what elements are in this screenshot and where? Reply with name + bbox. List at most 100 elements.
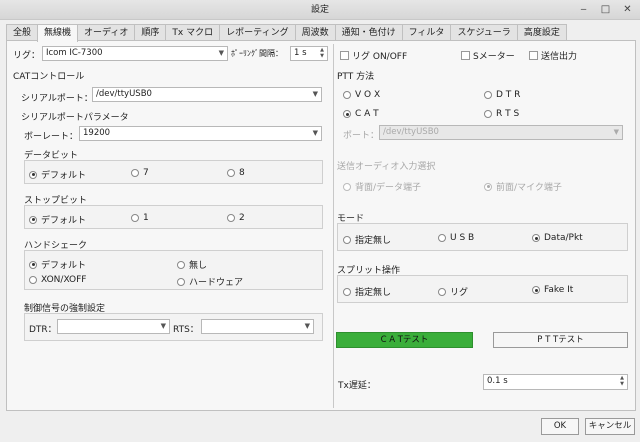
spin-arrows-icon[interactable]: ▲ ▼: [318, 47, 326, 60]
radio-icon: [131, 214, 139, 222]
radio-icon: [532, 234, 540, 242]
radio-icon: [343, 235, 351, 244]
radio-label: 無し: [189, 261, 208, 271]
cat-test-button[interactable]: C A Tテスト: [336, 332, 473, 348]
ptt-cat-radio[interactable]: C A T: [343, 109, 379, 119]
audio-input-title: 送信オーディオ入力選択: [337, 162, 436, 172]
ok-button[interactable]: OK: [541, 418, 579, 435]
data-bits-7-radio[interactable]: 7: [131, 168, 149, 178]
tab-reporting[interactable]: レポーティング: [219, 24, 296, 41]
tx-delay-value: 0.1 s: [487, 376, 508, 386]
tab-filters[interactable]: フィルタ: [401, 24, 452, 41]
ptt-vox-radio[interactable]: V O X: [343, 90, 380, 100]
radio-icon: [131, 169, 139, 177]
checkbox-icon: [529, 51, 538, 60]
tab-general[interactable]: 全般: [6, 24, 39, 41]
handshake-xonxoff-radio[interactable]: XON/XOFF: [29, 275, 86, 285]
spin-arrows-icon[interactable]: ▲ ▼: [618, 375, 626, 388]
radio-icon: [532, 286, 540, 294]
radio-label: 1: [143, 213, 149, 223]
title-bar: 設定 ‒ □ ✕: [0, 0, 640, 20]
radio-label: U S B: [450, 233, 475, 243]
split-group: 指定無し リグ Fake It: [337, 275, 628, 303]
split-fakeit-radio[interactable]: Fake It: [532, 285, 573, 295]
tab-scheduler[interactable]: スケジューラ: [450, 24, 518, 41]
radio-label: 指定無し: [355, 288, 392, 298]
data-bits-8-radio[interactable]: 8: [227, 168, 245, 178]
radio-icon: [177, 260, 185, 269]
s-meter-checkbox[interactable]: Sメーター: [461, 49, 515, 62]
chevron-down-icon: ▼: [304, 322, 310, 330]
radio-label: リグ: [450, 288, 469, 298]
radio-icon: [484, 91, 492, 99]
stop-bits-default-radio[interactable]: デフォルト: [29, 213, 86, 226]
mode-usb-radio[interactable]: U S B: [438, 233, 474, 243]
radio-label: デフォルト: [41, 216, 87, 226]
checkbox-icon: [340, 51, 349, 60]
handshake-hardware-radio[interactable]: ハードウェア: [177, 275, 243, 288]
chevron-down-icon: ▼: [160, 322, 166, 330]
mode-none-radio[interactable]: 指定無し: [343, 233, 391, 246]
maximize-icon[interactable]: □: [599, 3, 612, 16]
radio-label: 8: [239, 168, 245, 178]
tab-colors[interactable]: 通知・色付け: [334, 24, 403, 41]
rig-select[interactable]: Icom IC-7300 ▼: [42, 46, 228, 61]
ptt-rts-radio[interactable]: R T S: [484, 109, 519, 119]
handshake-default-radio[interactable]: デフォルト: [29, 258, 86, 271]
tab-radio[interactable]: 無線機: [37, 24, 79, 42]
ptt-port-label: ポート：: [343, 131, 380, 141]
radio-label: 2: [239, 213, 245, 223]
tab-audio[interactable]: オーディオ: [77, 24, 136, 41]
tab-tx-macros[interactable]: Tx マクロ: [165, 24, 221, 41]
dtr-select[interactable]: ▼: [57, 319, 170, 334]
polling-interval-spinbox[interactable]: 1 s ▲ ▼: [290, 46, 328, 61]
radio-icon: [29, 276, 37, 284]
ptt-port-combo[interactable]: /dev/ttyUSB0 ▼: [379, 125, 623, 140]
split-none-radio[interactable]: 指定無し: [343, 285, 391, 298]
data-bits-group: デフォルト 7 8: [24, 160, 323, 184]
audio-front-radio[interactable]: 前面/マイク端子: [484, 180, 562, 193]
tab-frequencies[interactable]: 周波数: [294, 24, 336, 41]
tab-sequence[interactable]: 順序: [134, 24, 167, 41]
chevron-down-icon[interactable]: ▼: [313, 88, 318, 101]
serial-port-label: シリアルポート：: [21, 94, 93, 104]
rts-select[interactable]: ▼: [201, 319, 314, 334]
checkbox-icon: [461, 51, 470, 60]
radio-icon: [343, 182, 351, 191]
rig-onoff-checkbox[interactable]: リグ ON/OFF: [340, 49, 407, 62]
s-meter-label: Sメーター: [473, 52, 515, 62]
handshake-none-radio[interactable]: 無し: [177, 258, 207, 271]
ptt-dtr-radio[interactable]: D T R: [484, 90, 520, 100]
baud-rate-select[interactable]: 19200 ▼: [79, 126, 322, 141]
radio-icon: [29, 215, 37, 224]
ptt-port-value: /dev/ttyUSB0: [383, 127, 439, 137]
rts-label: RTS：: [173, 325, 199, 335]
radio-label: 背面/データ端子: [355, 183, 422, 193]
serial-port-combo[interactable]: /dev/ttyUSB0 ▼: [92, 87, 322, 102]
audio-rear-radio[interactable]: 背面/データ端子: [343, 180, 421, 193]
tab-bar: 全般 無線機 オーディオ 順序 Tx マクロ レポーティング 周波数 通知・色付…: [6, 24, 567, 42]
radio-label: D T R: [496, 90, 521, 100]
ptt-test-button[interactable]: P T Tテスト: [493, 332, 628, 348]
mode-datapkt-radio[interactable]: Data/Pkt: [532, 233, 583, 243]
cancel-button[interactable]: キャンセル: [585, 418, 635, 435]
radio-icon: [438, 234, 446, 242]
stop-bits-group: デフォルト 1 2: [24, 205, 323, 229]
tx-output-checkbox[interactable]: 送信出力: [529, 49, 577, 62]
radio-icon: [177, 277, 185, 286]
radio-label: 7: [143, 168, 149, 178]
stop-bits-1-radio[interactable]: 1: [131, 213, 149, 223]
baud-rate-label: ボーレート：: [24, 132, 79, 142]
rig-onoff-label: リグ ON/OFF: [352, 52, 408, 62]
data-bits-default-radio[interactable]: デフォルト: [29, 168, 86, 181]
tx-delay-label: Tx遅延：: [338, 381, 376, 391]
stop-bits-2-radio[interactable]: 2: [227, 213, 245, 223]
minimize-icon[interactable]: ‒: [577, 3, 590, 16]
tx-delay-spinbox[interactable]: 0.1 s ▲ ▼: [483, 374, 628, 390]
tab-advanced[interactable]: 高度設定: [516, 24, 567, 41]
close-icon[interactable]: ✕: [621, 3, 634, 16]
radio-tab-panel: リグ： Icom IC-7300 ▼ ﾎﾟｰﾘﾝｸﾞ間隔： 1 s ▲ ▼ リグ …: [6, 40, 636, 411]
window-title: 設定: [310, 5, 329, 15]
radio-label: ハードウェア: [189, 278, 244, 288]
split-rig-radio[interactable]: リグ: [438, 285, 468, 298]
